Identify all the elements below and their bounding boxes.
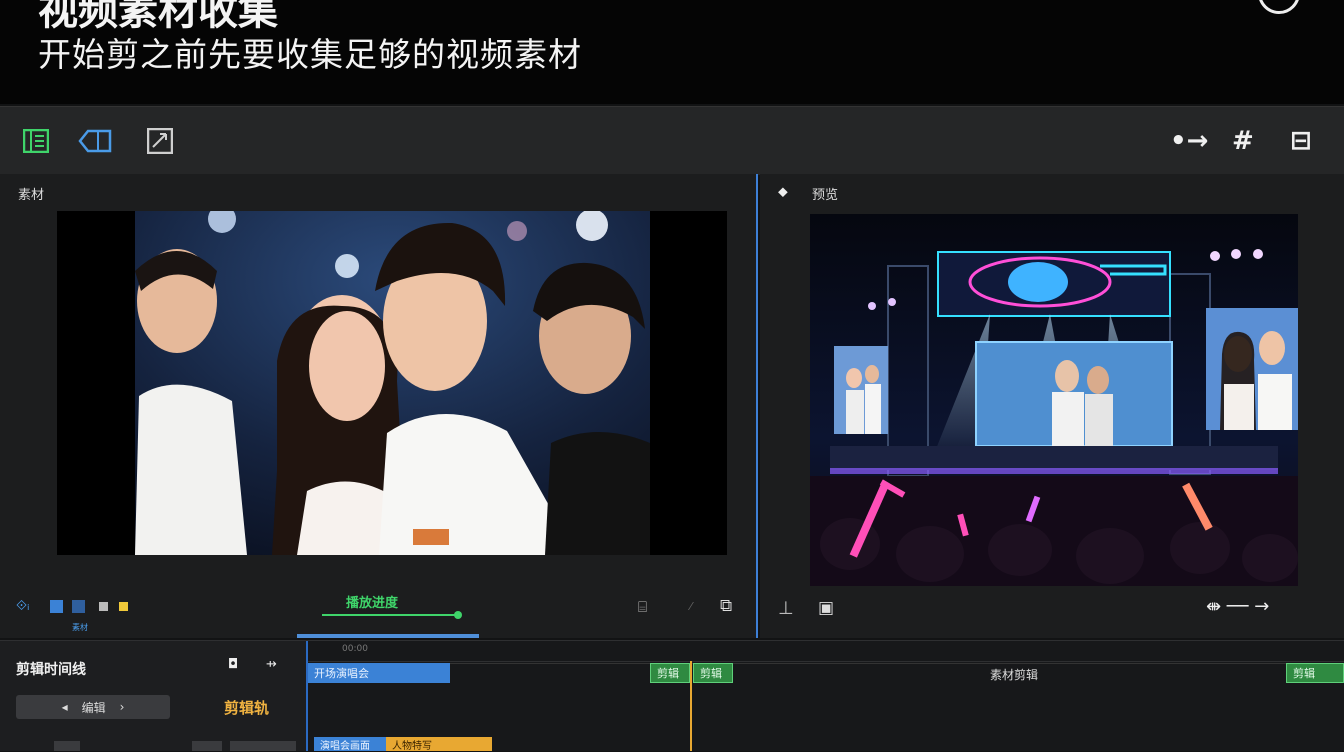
ruler-label: 00:00 (342, 644, 368, 654)
media-library-icon[interactable] (22, 127, 50, 155)
timeline-clip[interactable]: 剪辑 (650, 663, 690, 683)
crop-icon[interactable]: ⧉ (720, 596, 732, 616)
banner-subtitle: 开始剪之前先要收集足够的视频素材 (38, 35, 582, 74)
transition-icon[interactable]: •→ (1170, 126, 1208, 156)
timeline-clip[interactable]: 人物特写 (386, 737, 492, 752)
source-panel: 素材 ⟐ᵢ 素材 播放进度 ⌸ ⁄ ⧉ (0, 174, 758, 638)
grid-icon[interactable]: # (1232, 126, 1254, 156)
color-swatch-grey[interactable] (99, 602, 108, 611)
effects-icon[interactable] (146, 127, 174, 155)
small-label: 素材 (72, 623, 88, 632)
source-panel-title: 素材 (18, 188, 45, 203)
timeline-area: 剪辑时间线 ◘ ⇸ ◂ 编辑 › 剪辑轨 00:00 开场演唱会 剪辑 剪辑 素… (0, 640, 1344, 752)
track-label: 剪辑轨 (224, 699, 270, 717)
track-divider (308, 663, 1344, 664)
timeline-clip[interactable]: 剪辑 (693, 663, 733, 683)
progress-label: 播放进度 (346, 596, 399, 611)
progress-handle[interactable] (454, 611, 462, 619)
split-icon[interactable]: ⇸ (266, 657, 277, 672)
layout-icon[interactable]: ⊟ (1290, 126, 1312, 156)
divider-mark: ⁄ (690, 600, 692, 613)
timeline-title: 剪辑时间线 (16, 662, 86, 678)
adjust-icon[interactable]: ⟐ᵢ (16, 598, 30, 614)
header-banner: 视频素材收集 开始剪之前先要收集足够的视频素材 (0, 0, 1344, 104)
timeline-clip[interactable]: 演唱会画面 (314, 737, 386, 752)
import-icon[interactable] (78, 127, 112, 155)
timeline-clip[interactable]: 开场演唱会 (308, 663, 450, 683)
timeline-sidebar: 剪辑时间线 ◘ ⇸ ◂ 编辑 › 剪辑轨 (0, 641, 308, 751)
trash-icon[interactable]: ⌸ (638, 598, 647, 616)
track-center-label: 素材剪辑 (990, 668, 1039, 682)
color-swatch-blue[interactable] (50, 600, 63, 613)
preview-panel: ⬥ 预览 ⊥ ▣ ⇼ ── → (760, 174, 1344, 638)
main-toolbar: •→ # ⊟ (0, 106, 1344, 175)
color-swatch-yellow[interactable] (119, 602, 128, 611)
circle-icon (1258, 0, 1300, 14)
nav-next-icon[interactable]: › (120, 700, 125, 714)
list-icon[interactable] (72, 600, 85, 613)
scrub-bar[interactable] (297, 634, 479, 638)
playhead[interactable] (690, 661, 692, 751)
nav-prev-icon[interactable]: ◂ (62, 700, 68, 714)
timeline-nav[interactable]: ◂ 编辑 › (16, 695, 170, 719)
preview-panel-title: 预览 (812, 188, 839, 203)
timeline-ruler[interactable]: 00:00 (308, 641, 1344, 662)
preview-video-frame[interactable] (810, 214, 1298, 586)
source-video-frame[interactable] (57, 211, 727, 555)
playback-controls[interactable]: ⇼ ── → (1206, 596, 1269, 617)
info-icon[interactable]: ⬥ (778, 184, 788, 200)
snapshot-icon[interactable]: ▣ (818, 598, 834, 618)
marker-icon[interactable]: ⊥ (778, 598, 794, 619)
progress-track[interactable] (322, 614, 458, 616)
nav-label: 编辑 (81, 700, 106, 715)
play-icon[interactable]: ◘ (228, 657, 238, 672)
source-controls: ⟐ᵢ 素材 播放进度 ⌸ ⁄ ⧉ (0, 590, 756, 638)
timeline-clip[interactable]: 剪辑 (1286, 663, 1344, 683)
